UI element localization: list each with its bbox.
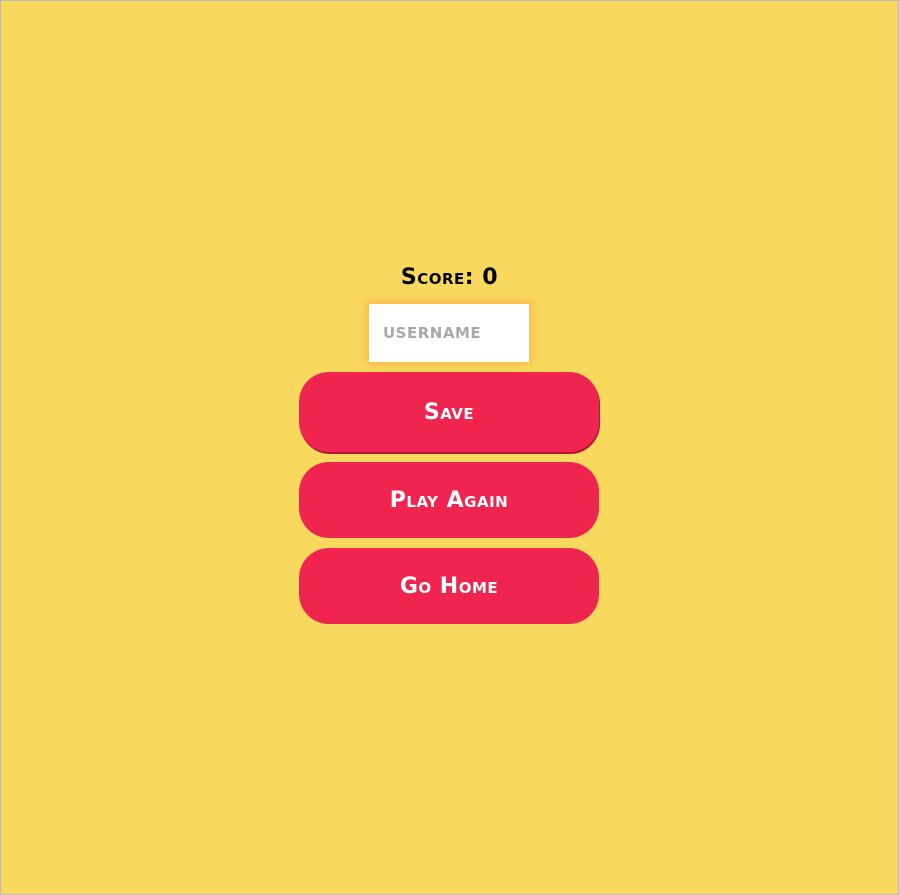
game-end-screen: Score: 0 Save Play Again Go Home: [0, 0, 899, 895]
save-button[interactable]: Save: [299, 372, 599, 452]
end-container: Score: 0 Save Play Again Go Home: [1, 1, 898, 894]
play-again-button[interactable]: Play Again: [299, 462, 599, 538]
go-home-button[interactable]: Go Home: [299, 548, 599, 624]
username-input[interactable]: [369, 304, 529, 362]
final-score: Score: 0: [400, 265, 499, 290]
